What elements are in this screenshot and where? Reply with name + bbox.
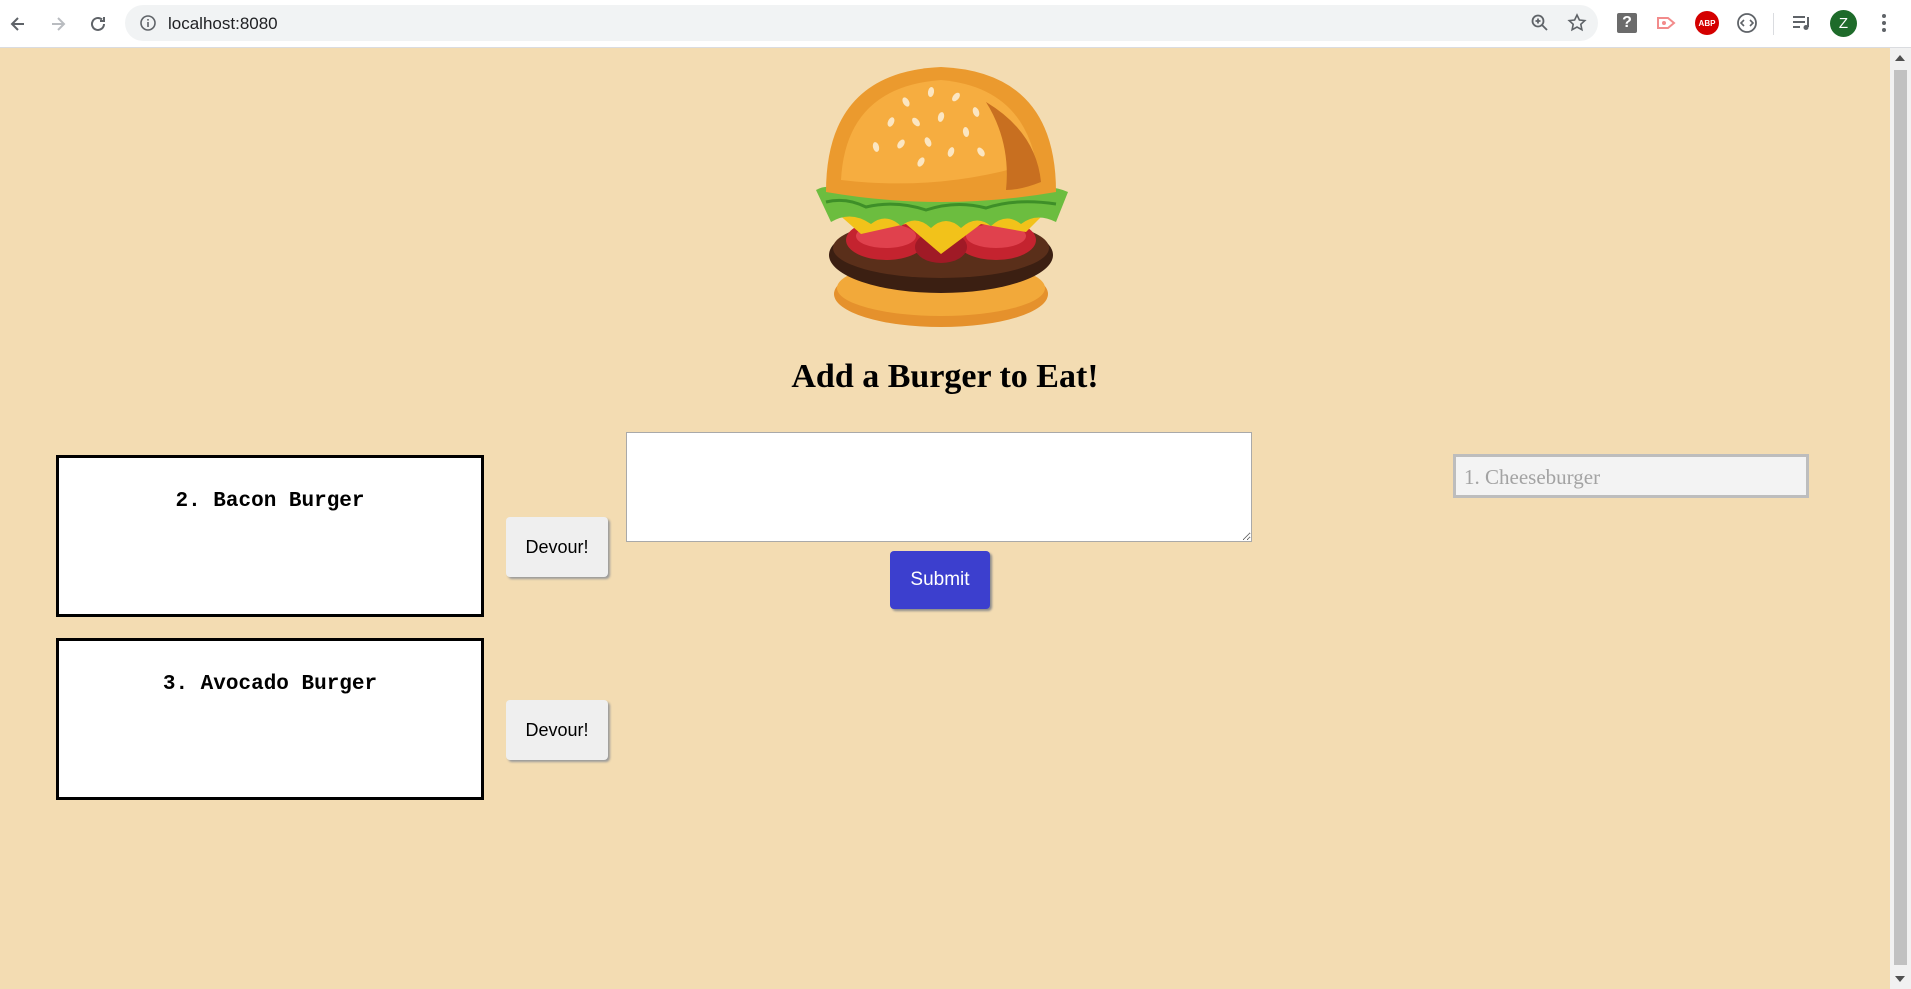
back-icon[interactable] [4,10,32,38]
burger-name-input[interactable] [626,432,1252,542]
zoom-icon[interactable] [1530,13,1550,38]
forward-icon[interactable] [44,10,72,38]
bookmark-star-icon[interactable] [1566,12,1588,39]
devour-button[interactable]: Devour! [506,700,608,760]
submit-button[interactable]: Submit [890,551,990,609]
profile-avatar[interactable]: Z [1830,10,1857,37]
menu-kebab-icon[interactable] [1872,11,1896,35]
info-icon[interactable] [139,14,157,37]
browser-toolbar: localhost:8080 ? ABP Z [0,0,1911,48]
burger-name: 2. Bacon Burger [175,490,365,513]
scroll-down-icon[interactable] [1895,976,1905,982]
scroll-up-icon[interactable] [1895,55,1905,61]
code-extension-icon[interactable] [1735,11,1759,35]
page-heading: Add a Burger to Eat! [791,358,1099,395]
cast-extension-icon[interactable] [1655,11,1679,35]
reload-icon[interactable] [84,10,112,38]
devoured-burger-item: 1. Cheeseburger [1453,454,1809,498]
help-extension-icon[interactable]: ? [1617,13,1637,33]
url-text: localhost:8080 [168,14,278,33]
toolbar-divider [1773,13,1774,35]
scrollbar-thumb[interactable] [1894,70,1907,965]
burger-logo-image [816,67,1068,327]
burger-card: 3. Avocado Burger [56,638,484,800]
burger-name: 3. Avocado Burger [162,673,378,696]
media-queue-icon[interactable] [1790,11,1814,35]
burger-card: 2. Bacon Burger [56,455,484,617]
page-scrollbar[interactable] [1890,48,1911,989]
devour-button[interactable]: Devour! [506,517,608,577]
adblock-extension-icon[interactable]: ABP [1695,11,1719,35]
address-bar[interactable]: localhost:8080 [125,5,1598,41]
